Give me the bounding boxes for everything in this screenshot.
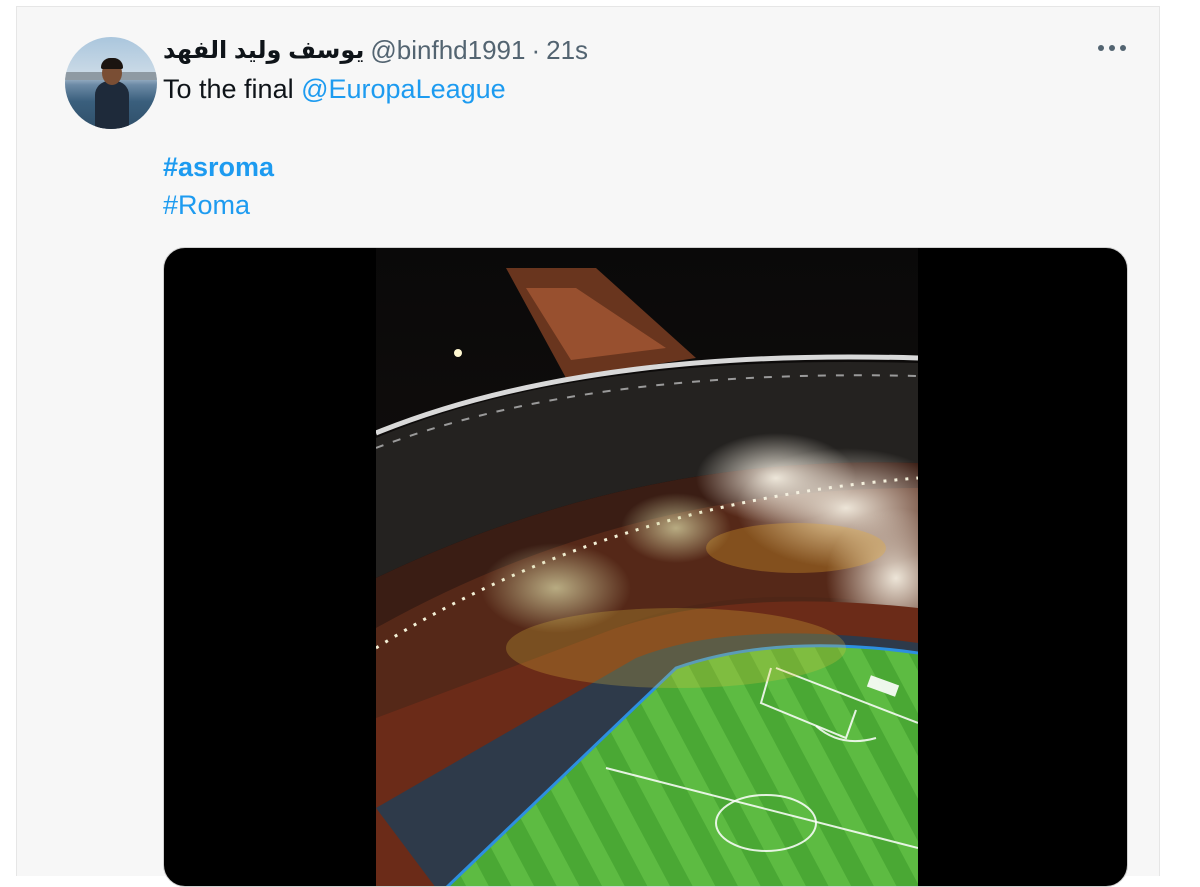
hashtag-link-roma[interactable]: #Roma: [163, 190, 250, 221]
media-container[interactable]: [163, 247, 1128, 887]
tweet-text-prefix: To the final: [163, 74, 302, 104]
separator-dot: ·: [531, 34, 541, 65]
tweet-header: يوسف وليد الفهد @binfhd1991 · 21s: [163, 32, 588, 68]
mention-link[interactable]: @EuropaLeague: [301, 74, 506, 104]
hashtag-link-asroma[interactable]: #asroma: [163, 152, 274, 183]
video-player[interactable]: [376, 248, 918, 886]
tweet-text: To the final @EuropaLeague: [163, 74, 506, 105]
avatar-figure: [95, 81, 129, 129]
display-name[interactable]: يوسف وليد الفهد: [163, 36, 364, 65]
more-horizontal-icon[interactable]: [1095, 34, 1129, 62]
timestamp[interactable]: 21s: [546, 35, 588, 66]
avatar[interactable]: [65, 37, 157, 129]
handle[interactable]: @binfhd1991: [370, 35, 525, 66]
stadium-video-frame: [376, 248, 918, 886]
